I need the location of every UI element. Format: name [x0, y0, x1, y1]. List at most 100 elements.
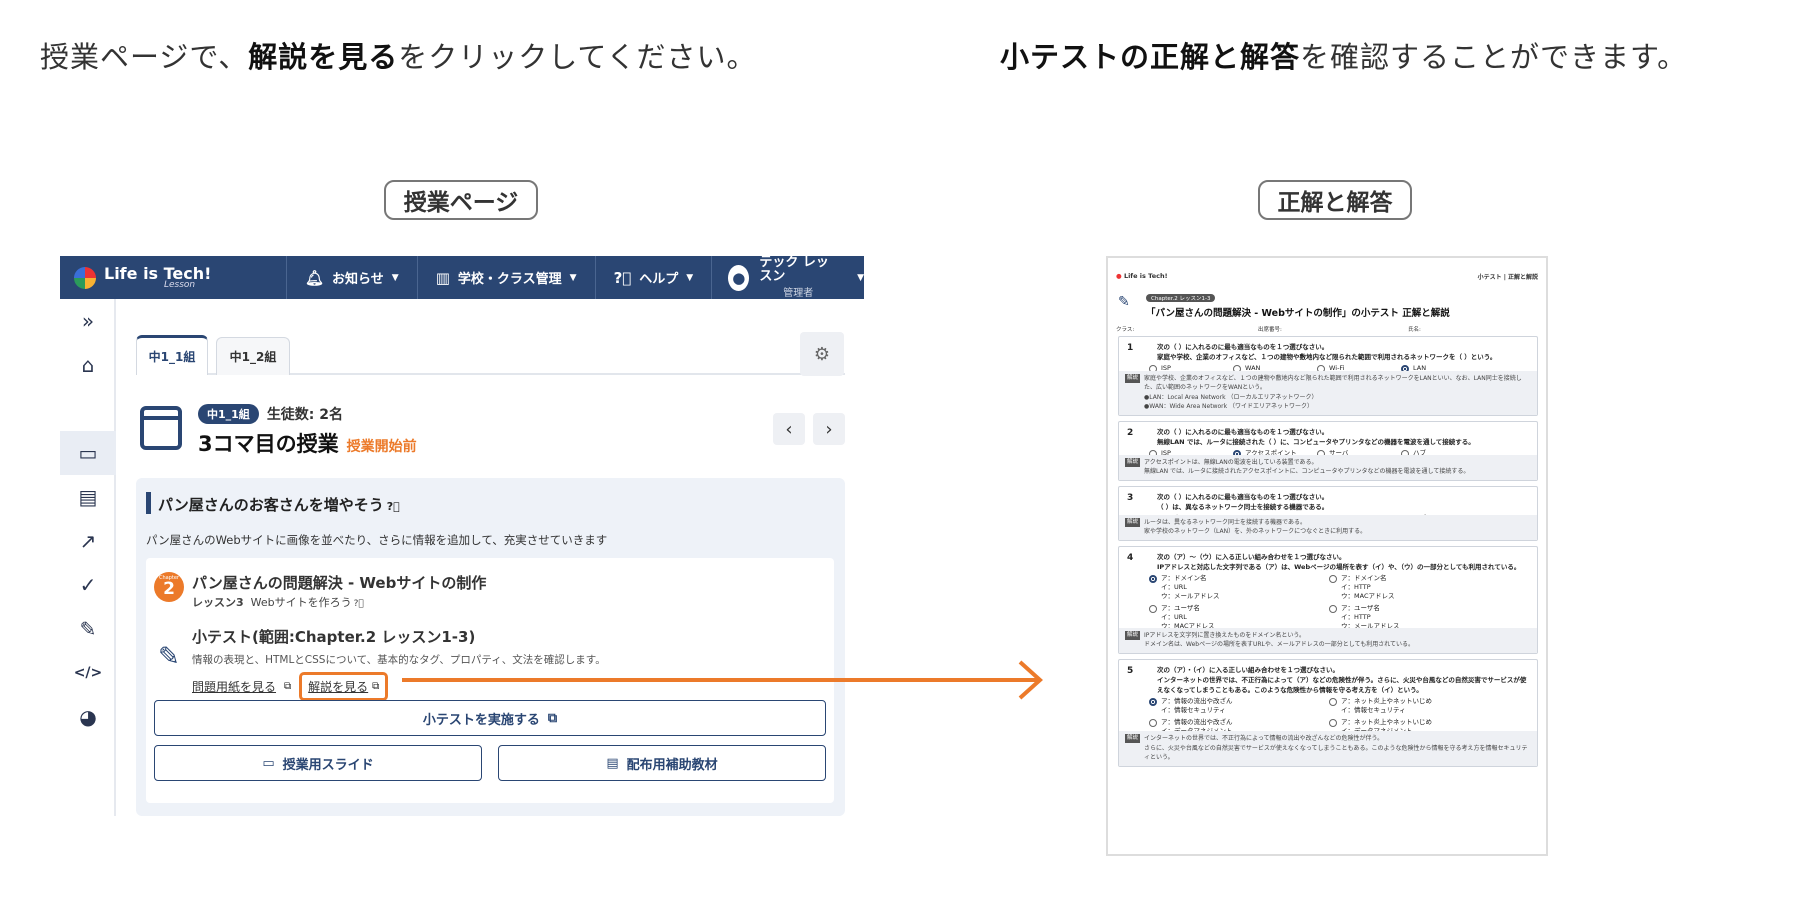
- question-text: 次の（ア）・（イ）に入る正しい組み合わせを１つ選びなさい。 インターネットの世界…: [1157, 666, 1527, 694]
- next-lesson-button[interactable]: ›: [813, 413, 845, 445]
- radio-icon: [1149, 719, 1157, 727]
- user-role: 管理者: [783, 288, 814, 300]
- logo-mark-icon: [74, 266, 96, 289]
- right-instruction: 小テストの正解と解答を確認することができます。: [1000, 40, 1688, 74]
- caret-down-icon: ▼: [569, 272, 577, 283]
- trend-icon[interactable]: ↗: [60, 519, 116, 563]
- quiz-links: 問題用紙を見る ⧉ 解説を見る ⧉: [192, 672, 389, 701]
- chapter-lesson: レッスン3 Webサイトを作ろう ?⃝: [192, 596, 364, 609]
- lesson-meta: 中1_1組 生徒数: 2名: [198, 404, 343, 424]
- unit-panel: パン屋さんのお客さんを増やそう ?⃝ パン屋さんのWebサイトに画像を並べたり、さ…: [136, 478, 845, 816]
- question-text: 次の（ ）に入れるのに最も適当なものを１つ選びなさい。 （ ）は、異なるネットワ…: [1157, 493, 1329, 511]
- explanation: 解説 IPアドレスを文字列に置き換えたものをドメイン名という。 ドメイン名は、We…: [1119, 627, 1537, 653]
- tab-class-2[interactable]: 中1_2組: [216, 337, 290, 375]
- doc-title: 「パン屋さんの問題解決 - Webサイトの制作」の小テスト 正解と解説: [1146, 308, 1450, 319]
- explanation-text: ルータは、異なるネットワーク同士を接続する機器である。 家や学校のネットワーク（…: [1144, 518, 1367, 536]
- handout-button[interactable]: ▤ 配布用補助教材: [498, 745, 826, 781]
- view-sheet-link[interactable]: 問題用紙を見る: [192, 678, 276, 695]
- caret-down-icon: ▼: [857, 272, 864, 283]
- top-nav: Life is Tech! Lesson 🔔︎ お知らせ ▼ ▥ 学校・クラス管理 ▼ …: [60, 256, 864, 299]
- unit-title: パン屋さんのお客さんを増やそう ?⃝: [158, 496, 400, 514]
- gear-icon[interactable]: ⚙: [800, 332, 844, 376]
- lesson-slides-button[interactable]: ▭ 授業用スライド: [154, 745, 482, 781]
- radio-selected-icon: [1149, 698, 1157, 706]
- explanation-text: アクセスポイントは、無線LANの電波を出している装置である。 無線LAN では、…: [1144, 458, 1470, 476]
- check-circle-icon[interactable]: ✓: [60, 563, 116, 607]
- doc-chapter-tag: Chapter.2 レッスン1-3: [1146, 294, 1216, 302]
- explanation-label: 解説: [1125, 457, 1141, 467]
- external-link-icon: ⧉: [372, 681, 380, 692]
- nav-school-class[interactable]: ▥ 学校・クラス管理 ▼: [416, 256, 595, 299]
- question-2: 2 次の（ ）に入れるのに最も適当なものを１つ選びなさい。 無線LAN では、ルー…: [1118, 421, 1538, 481]
- explanation-label: 解説: [1125, 630, 1141, 640]
- unit-accent: [146, 492, 151, 514]
- code-icon[interactable]: </>: [60, 651, 116, 695]
- explanation: 解説 家庭や学校、企業のオフィスなど、１つの建物や敷地内など限られた範囲で利用され…: [1119, 370, 1537, 415]
- explanation-label: 解説: [1125, 734, 1141, 744]
- start-quiz-button[interactable]: 小テストを実施する ⧉: [154, 700, 826, 736]
- explanation-text: 家庭や学校、企業のオフィスなど、１つの建物や敷地内など限られた範囲で利用されるネ…: [1144, 374, 1522, 411]
- field-number: 出席番号:: [1258, 327, 1282, 333]
- option: ア：情報の流出や改ざん イ：情報セキュリティ: [1149, 697, 1233, 715]
- arrow-connector: [402, 660, 1043, 700]
- explanation: 解説 ルータは、異なるネットワーク同士を接続する機器である。 家や学校のネットワー…: [1119, 514, 1537, 540]
- calendar-icon: [140, 406, 182, 450]
- nav-notifications[interactable]: 🔔︎ お知らせ ▼: [286, 256, 417, 299]
- explanation-label: 解説: [1125, 517, 1141, 527]
- explanation: 解説 インターネットの世界では、不正行為によって情報の流出や改ざんなどの危険性が伴…: [1119, 731, 1537, 766]
- tab-class-1[interactable]: 中1_1組: [136, 335, 208, 375]
- lesson-page-tag: 授業ページ: [384, 180, 538, 220]
- lesson-status: 授業開始前: [346, 439, 417, 455]
- logo-mark-icon: ●: [1116, 272, 1122, 280]
- external-link-icon: ⧉: [284, 681, 292, 692]
- palette-icon[interactable]: ◕: [60, 695, 116, 739]
- question-text: 次の（ ）に入れるのに最も適当なものを１つ選びなさい。 家庭や学校、企業のオフィ…: [1157, 343, 1497, 361]
- home-icon[interactable]: ⌂: [60, 343, 116, 387]
- pen-icon: ✎: [158, 642, 180, 672]
- explanation-text: IPアドレスを文字列に置き換えたものをドメイン名という。 ドメイン名は、Webペ…: [1144, 631, 1415, 649]
- question-5: 5 次の（ア）・（イ）に入る正しい組み合わせを１つ選びなさい。 インターネットの世…: [1118, 659, 1538, 767]
- prev-lesson-button[interactable]: ‹: [773, 413, 805, 445]
- caret-down-icon: ▼: [686, 272, 694, 283]
- lesson-icon[interactable]: ▭: [60, 431, 116, 475]
- expand-icon[interactable]: »: [60, 299, 116, 343]
- option: ア：ドメイン名 イ：URL ウ：メールアドレス: [1149, 574, 1220, 601]
- help-circle-icon[interactable]: ?⃝: [387, 500, 400, 513]
- question-number: 2: [1127, 428, 1134, 438]
- question-4: 4 次の（ア）～（ウ）に入る正しい組み合わせを１つ選びなさい。 IPアドレスと対応…: [1118, 546, 1538, 654]
- monitor-icon: ▭: [262, 755, 275, 771]
- question-number: 5: [1127, 666, 1134, 676]
- field-class: クラス:: [1116, 327, 1135, 333]
- logo-text: Life is Tech!: [104, 263, 212, 283]
- doc-logo: ● Life is Tech!: [1116, 272, 1168, 280]
- help-icon: ?⃝: [613, 268, 632, 287]
- lesson-title-row: 3コマ目の授業 授業開始前: [198, 428, 417, 458]
- logo[interactable]: Life is Tech! Lesson: [60, 256, 286, 299]
- explanation: 解説 アクセスポイントは、無線LANの電波を出している装置である。 無線LAN で…: [1119, 454, 1537, 480]
- user-menu[interactable]: ● テック レッスン 管理者 ▼: [711, 256, 864, 299]
- explanation-text: インターネットの世界では、不正行為によって情報の流出や改ざんなどの危険性が伴う。…: [1144, 735, 1528, 762]
- pen-icon[interactable]: ✎: [60, 607, 116, 651]
- question-text: 次の（ ）に入れるのに最も適当なものを１つ選びなさい。 無線LAN では、ルータ…: [1157, 428, 1475, 446]
- bell-icon: 🔔︎: [305, 268, 325, 287]
- document-icon: ▤: [606, 755, 619, 771]
- quiz-title: 小テスト(範囲:Chapter.2 レッスン1-3): [192, 628, 476, 646]
- lesson-page-window: Life is Tech! Lesson 🔔︎ お知らせ ▼ ▥ 学校・クラス管理 ▼ …: [60, 256, 864, 816]
- question-1: 1 次の（ ）に入れるのに最も適当なものを１つ選びなさい。 家庭や学校、企業のオフ…: [1118, 336, 1538, 416]
- help-circle-icon[interactable]: ?⃝: [354, 599, 364, 609]
- document-icon[interactable]: ▤: [60, 475, 116, 519]
- view-answer-link[interactable]: 解説を見る: [308, 678, 368, 695]
- nav-help[interactable]: ?⃝ ヘルプ ▼: [594, 256, 712, 299]
- question-number: 4: [1127, 553, 1134, 563]
- user-name: テック レッスン: [759, 256, 829, 284]
- answer-document: ● Life is Tech! 小テスト | 正解と解説 ✎ Chapter.2…: [1106, 256, 1548, 856]
- radio-selected-icon: [1149, 575, 1157, 583]
- field-name: 氏名:: [1408, 327, 1421, 333]
- caret-down-icon: ▼: [391, 272, 399, 283]
- question-3: 3 次の（ ）に入れるのに最も適当なものを１つ選びなさい。 （ ）は、異なるネット…: [1118, 486, 1538, 541]
- question-text: 次の（ア）～（ウ）に入る正しい組み合わせを１つ選びなさい。 IPアドレスと対応し…: [1157, 553, 1521, 571]
- class-tabs: 中1_1組 中1_2組: [136, 334, 845, 375]
- radio-icon: [1329, 698, 1337, 706]
- answer-tag: 正解と解答: [1258, 180, 1412, 220]
- view-answer-highlight[interactable]: 解説を見る ⧉: [299, 672, 389, 701]
